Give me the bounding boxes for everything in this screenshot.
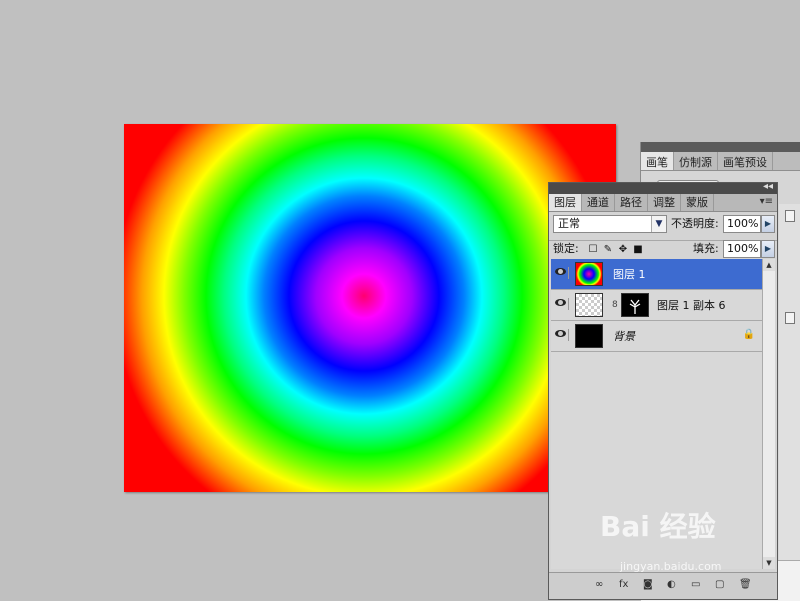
layer-mask-thumbnail[interactable]: [621, 293, 649, 317]
visibility-eye-icon[interactable]: [554, 267, 569, 279]
adjustment-layer-icon[interactable]: ◐: [667, 579, 676, 590]
lock-icon: 🔒: [742, 329, 755, 340]
tab-layers[interactable]: 图层: [549, 194, 582, 211]
opacity-slider-button[interactable]: ▶: [761, 215, 775, 233]
lock-position-icon[interactable]: ✥: [617, 244, 629, 256]
watermark-logo: Bai 经验: [600, 510, 716, 543]
brush-option-icon[interactable]: [785, 312, 795, 324]
new-layer-icon[interactable]: ▢: [715, 579, 724, 590]
lock-row: 锁定: ☐ ✎ ✥ ■ 填充: 100% ▶: [553, 240, 775, 258]
layer-row-3[interactable]: 背景 🔒: [551, 321, 765, 352]
visibility-eye-icon[interactable]: [554, 298, 569, 310]
fill-label: 填充:: [693, 242, 719, 255]
new-group-icon[interactable]: ▭: [691, 579, 700, 590]
brush-panel-tabs: 画笔 仿制源 画笔预设: [641, 152, 800, 171]
add-mask-icon[interactable]: ◙: [643, 579, 653, 590]
layer-name[interactable]: 图层 1: [613, 266, 646, 282]
tab-channels[interactable]: 通道: [582, 194, 615, 211]
tab-clone-source[interactable]: 仿制源: [674, 152, 718, 170]
blend-mode-select[interactable]: 正常 ▼: [553, 215, 667, 233]
layer-name[interactable]: 背景: [613, 328, 635, 344]
delete-layer-icon[interactable]: 🗑: [739, 579, 752, 590]
fill-slider-button[interactable]: ▶: [761, 240, 775, 258]
tab-brush[interactable]: 画笔: [641, 152, 674, 170]
tab-masks[interactable]: 蒙版: [681, 194, 714, 211]
lock-all-icon[interactable]: ■: [632, 244, 644, 256]
tab-paths[interactable]: 路径: [615, 194, 648, 211]
mask-shape-icon: [629, 299, 641, 314]
layer-thumbnail: [575, 324, 603, 348]
panel-menu-icon[interactable]: ▾≡: [760, 196, 773, 207]
lock-transparency-icon[interactable]: ☐: [587, 244, 599, 256]
layer-row-2[interactable]: 8 图层 1 副本 6: [551, 290, 765, 321]
layer-name[interactable]: 图层 1 副本 6: [657, 297, 726, 313]
fill-input[interactable]: 100%: [723, 240, 761, 258]
blend-row: 正常 ▼ 不透明度: 100% ▶: [553, 215, 775, 235]
brush-panel-titlebar: [641, 142, 800, 152]
link-layers-icon[interactable]: ∞: [595, 579, 603, 590]
link-chain-icon[interactable]: 8: [612, 300, 618, 310]
opacity-label: 不透明度:: [671, 217, 719, 230]
collapse-icon[interactable]: ◂◂: [763, 181, 773, 192]
lock-paint-icon[interactable]: ✎: [602, 244, 614, 256]
layer-style-icon[interactable]: fx: [619, 579, 628, 590]
layer-thumbnail: [575, 293, 603, 317]
lock-label: 锁定:: [553, 242, 579, 255]
chevron-down-icon[interactable]: ▼: [651, 216, 666, 232]
tab-adjustments[interactable]: 调整: [648, 194, 681, 211]
layers-panel-tabs: 图层 通道 路径 调整 蒙版 ▾≡: [549, 194, 777, 212]
opacity-input[interactable]: 100%: [723, 215, 761, 233]
scroll-down-icon[interactable]: ▼: [763, 557, 775, 569]
layers-panel-footer: ∞ fx ◙ ◐ ▭ ▢ 🗑: [549, 572, 777, 599]
blend-mode-value: 正常: [558, 217, 580, 230]
watermark-url: jingyan.baidu.com: [620, 560, 722, 573]
lock-icons: ☐ ✎ ✥ ■: [587, 240, 647, 258]
layer-list-scrollbar[interactable]: ▲ ▼: [762, 259, 775, 569]
layer-thumbnail: [575, 262, 603, 286]
visibility-eye-icon[interactable]: [554, 329, 569, 341]
brush-panel-sidebar: [779, 204, 800, 600]
layer-row-1[interactable]: 图层 1: [551, 259, 765, 290]
scroll-up-icon[interactable]: ▲: [763, 259, 775, 271]
document-canvas[interactable]: [124, 124, 616, 492]
tab-brush-presets[interactable]: 画笔预设: [718, 152, 773, 170]
layers-panel-titlebar: ◂◂: [549, 181, 777, 194]
brush-option-icon[interactable]: [785, 210, 795, 222]
